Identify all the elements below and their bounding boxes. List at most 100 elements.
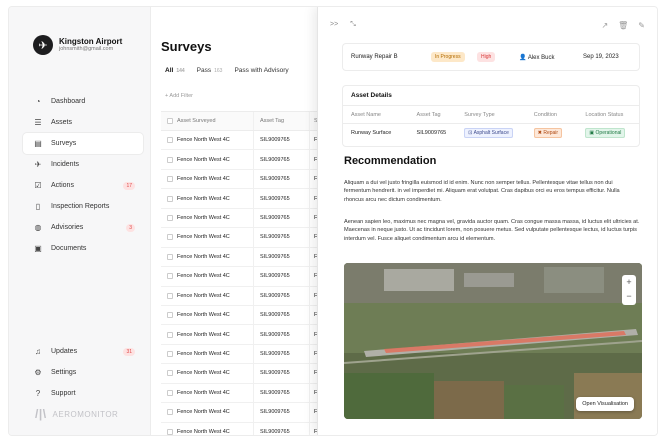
table-row[interactable]: Fence North West 4C SIL9009765 F (161, 364, 331, 384)
action-summary-row[interactable]: Runway Repair B In Progress High 👤 Alex … (343, 44, 639, 70)
clipboard-icon: ▤ (34, 138, 42, 148)
sidebar-item-surveys[interactable]: ▤ Surveys (23, 133, 143, 154)
column-header: Asset Surveyed (177, 118, 216, 124)
table-row[interactable]: Fence North West 4C SIL9009765 F (161, 189, 331, 209)
sidebar-item-updates[interactable]: ♫ Updates 31 (23, 341, 143, 362)
table-header: Asset Surveyed Asset Tag S (161, 111, 331, 131)
row-checkbox[interactable] (167, 428, 173, 435)
row-checkbox[interactable] (167, 234, 173, 241)
row-checkbox[interactable] (167, 370, 173, 377)
surveys-table: Asset Surveyed Asset Tag S Fence North W… (161, 111, 331, 435)
row-checkbox[interactable] (167, 214, 173, 221)
collapse-panel-icon[interactable]: >> (330, 21, 338, 29)
app-window: ✈ Kingston Airport johnsmith@gmail.com ◔… (8, 6, 658, 436)
survey-type-label: Asphalt Surface (473, 130, 509, 136)
row-checkbox[interactable] (167, 312, 173, 319)
actions-badge: 17 (123, 181, 135, 190)
table-row[interactable]: Fence North West 4C SIL9009765 F (161, 325, 331, 345)
table-row[interactable]: Fence North West 4C SIL9009765 F (161, 228, 331, 248)
sidebar-item-incidents[interactable]: ✈ Incidents (23, 154, 143, 175)
table-row[interactable]: Fence North West 4C SIL9009765 F (161, 286, 331, 306)
row-checkbox[interactable] (167, 409, 173, 416)
sidebar-item-label: Assets (51, 119, 73, 126)
tab-all[interactable]: All 144 (165, 67, 185, 74)
row-checkbox[interactable] (167, 331, 173, 338)
sidebar-item-label: Actions (51, 182, 74, 189)
satellite-map[interactable]: + − Open Visualisation (344, 263, 642, 419)
asset-tag-cell: SIL9009765 (260, 273, 290, 280)
sidebar-item-documents[interactable]: ▣ Documents (23, 238, 143, 259)
sidebar-item-actions[interactable]: ☑ Actions 17 (23, 175, 143, 196)
row-checkbox[interactable] (167, 292, 173, 299)
sidebar-nav: ◔ Dashboard ☰ Assets ▤ Surveys ✈ Inciden… (23, 91, 143, 259)
sidebar-item-label: Settings (51, 369, 77, 376)
add-filter-button[interactable]: + Add Filter (165, 93, 193, 99)
aeromonitor-logo-icon: /|\ (35, 407, 47, 421)
sidebar-item-inspection-reports[interactable]: ▯ Inspection Reports (23, 196, 143, 217)
select-all-checkbox[interactable] (167, 118, 173, 124)
org-switcher[interactable]: ✈ Kingston Airport johnsmith@gmail.com (33, 35, 122, 55)
sidebar-item-assets[interactable]: ☰ Assets (23, 112, 143, 133)
asset-surveyed-cell: Fence North West 4C (177, 234, 230, 241)
trash-icon[interactable]: 🗑 (618, 21, 628, 30)
table-row[interactable]: Fence North West 4C SIL9009765 F (161, 305, 331, 326)
user-icon: 👤 (519, 54, 527, 61)
asset-surveyed-cell: Fence North West 4C (177, 370, 230, 377)
asset-tag: SIL9009765 (416, 130, 447, 136)
row-checkbox[interactable] (167, 176, 173, 183)
row-checkbox[interactable] (167, 273, 173, 280)
condition-label: Repair (543, 130, 559, 136)
table-row[interactable]: Fence North West 4C SIL9009765 F (161, 383, 331, 404)
table-row[interactable]: Fence North West 4C SIL9009765 F (161, 247, 331, 268)
asset-surveyed-cell: Fence North West 4C (177, 351, 230, 358)
sidebar-item-settings[interactable]: ⚙ Settings (23, 362, 143, 383)
table-row[interactable]: Fence North West 4C SIL9009765 F (161, 403, 331, 423)
asset-details-header: Asset Name Asset Tag Survey Type Conditi… (343, 106, 639, 124)
zoom-out-button[interactable]: − (622, 289, 636, 303)
sidebar-item-advisories[interactable]: ◍ Advisories 3 (23, 217, 143, 238)
table-row[interactable]: Fence North West 4C SIL9009765 F (161, 208, 331, 229)
row-checkbox[interactable] (167, 156, 173, 163)
asset-surveyed-cell: Fence North West 4C (177, 156, 230, 163)
row-checkbox[interactable] (167, 351, 173, 358)
sidebar-item-support[interactable]: ? Support (23, 383, 143, 404)
satellite-image (344, 263, 642, 419)
tab-pass[interactable]: Pass 163 (197, 67, 223, 74)
asset-surveyed-cell: Fence North West 4C (177, 389, 230, 396)
tab-pass-with-advisory[interactable]: Pass with Advisory (234, 67, 288, 74)
edit-icon[interactable]: ✎ (638, 21, 645, 30)
share-icon[interactable]: ↗ (601, 21, 608, 30)
recommendation-paragraph: Aenean sapien leo, maximus nec magna vel… (344, 219, 640, 242)
assignee-name: Alex Buck (527, 54, 555, 61)
row-checkbox[interactable] (167, 253, 173, 260)
asset-surveyed-cell: Fence North West 4C (177, 137, 230, 144)
open-visualisation-button[interactable]: Open Visualisation (576, 397, 634, 411)
asset-tag-cell: SIL9009765 (260, 176, 290, 183)
org-email: johnsmith@gmail.com (59, 46, 114, 52)
table-row[interactable]: Fence North West 4C SIL9009765 F (161, 131, 331, 151)
table-row[interactable]: Fence North West 4C SIL9009765 F (161, 422, 331, 435)
bell-icon: ♫ (35, 346, 41, 356)
table-row[interactable]: Fence North West 4C SIL9009765 F (161, 344, 331, 365)
zoom-in-button[interactable]: + (622, 275, 636, 289)
advisories-badge: 3 (126, 223, 135, 232)
asset-surveyed-cell: Fence North West 4C (177, 253, 230, 260)
asset-details-title: Asset Details (343, 86, 639, 106)
sidebar-item-dashboard[interactable]: ◔ Dashboard (23, 91, 143, 112)
expand-panel-icon[interactable]: ⤡ (350, 21, 356, 29)
table-row[interactable]: Fence North West 4C SIL9009765 F (161, 150, 331, 170)
filter-tabs: All 144 Pass 163 Pass with Advisory (165, 67, 289, 74)
table-row[interactable]: Fence North West 4C SIL9009765 F (161, 169, 331, 190)
asset-tag-cell: SIL9009765 (260, 409, 290, 416)
file-icon: ▯ (35, 201, 41, 211)
asset-details-row[interactable]: Runway Surface SIL9009765 ⊡ Asphalt Surf… (343, 124, 639, 142)
brand-name: AEROMONITOR (52, 409, 119, 419)
row-checkbox[interactable] (167, 195, 173, 202)
table-row[interactable]: Fence North West 4C SIL9009765 F (161, 267, 331, 287)
row-checkbox[interactable] (167, 389, 173, 396)
asset-surveyed-cell: Fence North West 4C (177, 195, 230, 202)
asset-tag-cell: SIL9009765 (260, 428, 290, 435)
row-checkbox[interactable] (167, 137, 173, 144)
asset-surveyed-cell: Fence North West 4C (177, 409, 230, 416)
map-zoom-control: + − (622, 275, 636, 305)
